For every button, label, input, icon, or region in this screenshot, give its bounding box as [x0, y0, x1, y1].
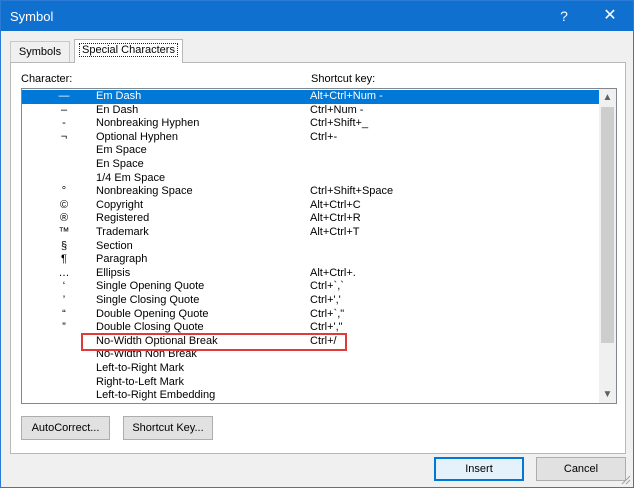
- chevron-up-icon[interactable]: ▲: [599, 89, 616, 106]
- scrollbar-thumb[interactable]: [601, 107, 614, 343]
- character-glyph: ©: [59, 198, 69, 211]
- character-glyph: —: [58, 90, 70, 102]
- list-item[interactable]: ¶ Paragraph: [22, 253, 599, 267]
- vertical-scrollbar[interactable]: ▲ ▼: [599, 89, 616, 403]
- list-item[interactable]: ® Registered Alt+Ctrl+R: [22, 212, 599, 226]
- character-name: Left-to-Right Mark: [96, 362, 185, 374]
- list-item[interactable]: ’ Single Closing Quote Ctrl+',': [22, 294, 599, 308]
- shortcut-key: Alt+Ctrl+R: [310, 212, 361, 225]
- list-item[interactable]: No-Width Non Break: [22, 348, 599, 362]
- character-name: Copyright: [96, 198, 144, 211]
- character-name: Ellipsis: [96, 266, 131, 279]
- special-characters-list[interactable]: — Em Dash Alt+Ctrl+Num - – En Dash Ctrl+Num -…: [21, 88, 617, 404]
- character-name: Em Dash: [96, 90, 142, 102]
- list-item[interactable]: ‘ Single Opening Quote Ctrl+`,`: [22, 280, 599, 294]
- character-glyph: ”: [62, 321, 66, 334]
- window-title: Symbol: [10, 9, 54, 24]
- character-name: Double Closing Quote: [96, 321, 204, 334]
- shortcut-column-header: Shortcut key:: [311, 73, 376, 85]
- resize-grip-icon[interactable]: [619, 473, 631, 485]
- character-glyph: ™: [58, 226, 70, 238]
- character-name: En Dash: [96, 103, 139, 116]
- title-bar: Symbol ? ✕: [1, 1, 633, 31]
- tab-symbols[interactable]: Symbols: [10, 41, 70, 62]
- cancel-button[interactable]: Cancel: [536, 457, 626, 481]
- list-item[interactable]: Left-to-Right Embedding: [22, 389, 599, 403]
- shortcut-key: Alt+Ctrl+T: [310, 226, 360, 238]
- character-glyph: …: [58, 266, 70, 279]
- character-name: Left-to-Right Embedding: [96, 389, 216, 402]
- list-item[interactable]: En Space: [22, 158, 599, 172]
- shortcut-key-button[interactable]: Shortcut Key...: [123, 416, 213, 440]
- character-name: Single Closing Quote: [96, 294, 200, 306]
- tab-special-characters-label: Special Characters: [79, 43, 178, 57]
- list-item[interactable]: “ Double Opening Quote Ctrl+`,": [22, 308, 599, 322]
- list-item[interactable]: - Nonbreaking Hyphen Ctrl+Shift+_: [22, 117, 599, 131]
- character-glyph: ‘: [62, 280, 66, 293]
- list-item[interactable]: Em Space: [22, 144, 599, 158]
- character-name: Optional Hyphen: [96, 130, 178, 143]
- list-item[interactable]: ™ Trademark Alt+Ctrl+T: [22, 226, 599, 240]
- list-item[interactable]: … Ellipsis Alt+Ctrl+.: [22, 267, 599, 281]
- character-glyph: -: [62, 117, 66, 130]
- character-name: Nonbreaking Space: [96, 185, 193, 198]
- character-name: Single Opening Quote: [96, 280, 205, 293]
- list-item[interactable]: 1/4 Em Space: [22, 172, 599, 186]
- special-characters-panel: Character: Shortcut key: — Em Dash Alt+Ctr…: [10, 62, 626, 454]
- shortcut-key: Ctrl+`,`: [310, 280, 344, 293]
- character-name: Em Space: [96, 144, 147, 157]
- character-glyph: ¶: [61, 253, 67, 266]
- character-name: Registered: [96, 212, 150, 225]
- symbol-dialog: Symbol ? ✕ Symbols Special Characters Ch…: [0, 0, 634, 488]
- character-name: Double Opening Quote: [96, 307, 209, 320]
- character-glyph: °: [61, 185, 67, 198]
- character-glyph: §: [60, 239, 68, 252]
- shortcut-key: Ctrl+/: [310, 334, 337, 347]
- shortcut-key: Ctrl+Shift+_: [310, 117, 369, 130]
- tab-special-characters[interactable]: Special Characters: [74, 39, 183, 63]
- character-column-header: Character:: [21, 73, 73, 85]
- list-item[interactable]: – En Dash Ctrl+Num -: [22, 104, 599, 118]
- character-name: No-Width Optional Break: [96, 334, 218, 347]
- character-name: En Space: [96, 158, 144, 170]
- character-glyph: –: [60, 103, 68, 116]
- character-name: Section: [96, 239, 133, 252]
- character-glyph: “: [62, 307, 66, 320]
- autocorrect-button[interactable]: AutoCorrect...: [21, 416, 110, 440]
- character-name: No-Width Non Break: [96, 348, 197, 361]
- shortcut-key: Ctrl+`,": [310, 307, 345, 320]
- shortcut-key: Alt+Ctrl+Num -: [310, 90, 383, 102]
- character-glyph: ’: [62, 294, 66, 306]
- list-item[interactable]: ° Nonbreaking Space Ctrl+Shift+Space: [22, 185, 599, 199]
- list-item[interactable]: Right-to-Left Mark: [22, 376, 599, 390]
- character-name: Right-to-Left Mark: [96, 375, 185, 388]
- list-item[interactable]: ” Double Closing Quote Ctrl+',": [22, 321, 599, 335]
- list-item[interactable]: — Em Dash Alt+Ctrl+Num -: [22, 90, 599, 104]
- list-item[interactable]: Left-to-Right Mark: [22, 362, 599, 376]
- close-button[interactable]: ✕: [587, 1, 633, 31]
- insert-button[interactable]: Insert: [434, 457, 524, 481]
- shortcut-key: Ctrl+',": [310, 321, 343, 334]
- character-name: Paragraph: [96, 253, 148, 266]
- character-name: Trademark: [96, 226, 149, 238]
- list-item[interactable]: § Section: [22, 240, 599, 254]
- shortcut-key: Ctrl+Shift+Space: [310, 185, 394, 198]
- character-glyph: ¬: [60, 130, 68, 143]
- list-item[interactable]: © Copyright Alt+Ctrl+C: [22, 199, 599, 213]
- character-name: 1/4 Em Space: [96, 171, 166, 184]
- character-glyph: ®: [59, 212, 69, 225]
- list-item[interactable]: No-Width Optional Break Ctrl+/: [22, 335, 599, 349]
- shortcut-key: Alt+Ctrl+.: [310, 266, 356, 279]
- chevron-down-icon[interactable]: ▼: [599, 386, 616, 403]
- list-item[interactable]: ¬ Optional Hyphen Ctrl+-: [22, 131, 599, 145]
- shortcut-key: Ctrl+',': [310, 294, 341, 306]
- character-name: Nonbreaking Hyphen: [96, 117, 200, 130]
- help-button[interactable]: ?: [541, 1, 587, 31]
- shortcut-key: Ctrl+-: [310, 130, 338, 143]
- shortcut-key: Alt+Ctrl+C: [310, 198, 361, 211]
- shortcut-key: Ctrl+Num -: [310, 103, 364, 116]
